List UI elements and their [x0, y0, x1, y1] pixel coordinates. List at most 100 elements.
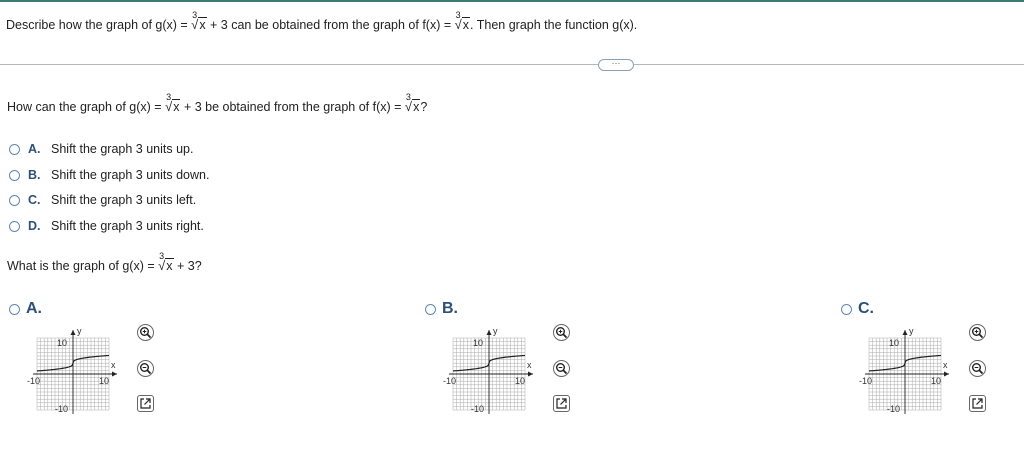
- y-axis-label: y: [493, 326, 498, 336]
- radical-index: 3: [192, 10, 198, 20]
- prompt-text-3: . Then graph the function g(x).: [470, 18, 638, 32]
- x-axis-arrow: [528, 371, 533, 377]
- radio-button[interactable]: [9, 303, 20, 315]
- radio-button[interactable]: [9, 220, 20, 232]
- x-max-tick: 10: [515, 376, 525, 386]
- y-max-tick: 10: [473, 338, 483, 348]
- radio-button[interactable]: [9, 169, 20, 181]
- y-max-tick: 10: [57, 338, 67, 348]
- more-options-button[interactable]: ⋯: [598, 59, 634, 71]
- radio-button[interactable]: [9, 143, 20, 155]
- y-axis-arrow: [486, 330, 492, 335]
- choice-text: Shift the graph 3 units right.: [51, 219, 204, 233]
- x-min-tick: -10: [27, 376, 40, 386]
- radicand: x: [172, 99, 181, 114]
- question-text-3: ?: [420, 100, 428, 114]
- zoom-in-button[interactable]: [137, 324, 154, 341]
- option-letter: C.: [858, 300, 874, 317]
- question-graph: What is the graph of g(x) = 3 √x + 3?: [7, 251, 202, 273]
- radicand: x: [198, 17, 207, 32]
- choice-text: Shift the graph 3 units left.: [51, 193, 197, 207]
- popout-button[interactable]: [137, 395, 154, 412]
- question-text-1: How can the graph of g(x) =: [7, 100, 166, 114]
- x-axis-label: x: [111, 360, 116, 370]
- y-min-tick: -10: [887, 404, 900, 414]
- radical-expression: 3 √x: [165, 92, 181, 114]
- radio-button[interactable]: [425, 303, 436, 315]
- choice-letter: A.: [28, 142, 41, 156]
- y-min-tick: -10: [55, 404, 68, 414]
- choice-text: Shift the graph 3 units down.: [51, 168, 210, 182]
- radical-expression: 3 √x: [191, 10, 207, 32]
- choice-letter: D.: [28, 219, 41, 233]
- choice-text: Shift the graph 3 units up.: [51, 142, 194, 156]
- y-min-tick: -10: [471, 404, 484, 414]
- radical-expression: 3 √x: [404, 92, 421, 114]
- graph-a-plot: yx10-10-10 10: [27, 326, 117, 414]
- zoom-out-button[interactable]: [969, 360, 986, 377]
- radicand: x: [165, 258, 174, 273]
- choice-d[interactable]: D. Shift the graph 3 units right.: [9, 217, 204, 235]
- radical-index: 3: [405, 92, 411, 102]
- y-axis-label: y: [909, 326, 914, 336]
- y-axis-arrow: [902, 330, 908, 335]
- section-divider: [0, 64, 1024, 65]
- graph-option-b[interactable]: B.: [425, 300, 458, 318]
- zoom-in-button[interactable]: [969, 324, 986, 341]
- graph-a: y x 10 -10 -10 10: [27, 322, 127, 427]
- radical-index: 3: [455, 10, 461, 20]
- radical-expression: 3 √x: [158, 251, 174, 273]
- option-letter: A.: [26, 300, 42, 317]
- popout-icon: [140, 398, 151, 409]
- prompt-text-2: + 3 can be obtained from the graph of f(…: [206, 18, 455, 32]
- top-border: [0, 0, 1024, 2]
- zoom-out-icon: [972, 363, 984, 375]
- choice-c[interactable]: C. Shift the graph 3 units left.: [9, 191, 196, 209]
- x-axis-label: x: [943, 360, 948, 370]
- radicand: x: [412, 99, 421, 114]
- problem-prompt: Describe how the graph of g(x) = 3 √x + 3…: [6, 10, 638, 32]
- radical-index: 3: [159, 251, 165, 261]
- zoom-in-icon: [140, 327, 152, 339]
- zoom-out-icon: [140, 363, 152, 375]
- prompt-text-1: Describe how the graph of g(x) =: [6, 18, 192, 32]
- zoom-in-icon: [556, 327, 568, 339]
- graph-option-a[interactable]: A.: [9, 300, 42, 318]
- popout-icon: [972, 398, 983, 409]
- popout-button[interactable]: [969, 395, 986, 412]
- x-axis-label: x: [527, 360, 532, 370]
- x-axis-arrow: [944, 371, 949, 377]
- x-min-tick: -10: [859, 376, 872, 386]
- y-max-tick: 10: [889, 338, 899, 348]
- x-axis-arrow: [112, 371, 117, 377]
- choice-a[interactable]: A. Shift the graph 3 units up.: [9, 140, 193, 158]
- zoom-out-button[interactable]: [137, 360, 154, 377]
- radio-button[interactable]: [9, 194, 20, 206]
- zoom-out-button[interactable]: [553, 360, 570, 377]
- graph-b: y x 10 -10 -10 10: [443, 322, 543, 427]
- question-text-1: What is the graph of g(x) =: [7, 259, 159, 273]
- x-min-tick: -10: [443, 376, 456, 386]
- graph-option-c[interactable]: C.: [841, 300, 874, 318]
- question-text-2: + 3?: [173, 259, 202, 273]
- popout-icon: [556, 398, 567, 409]
- question-shift: How can the graph of g(x) = 3 √x + 3 be o…: [7, 92, 428, 114]
- radicand: x: [461, 17, 471, 32]
- x-max-tick: 10: [99, 376, 109, 386]
- x-max-tick: 10: [931, 376, 941, 386]
- question-text-2: + 3 be obtained from the graph of f(x) =: [180, 100, 405, 114]
- choice-letter: C.: [28, 193, 41, 207]
- option-letter: B.: [442, 300, 458, 317]
- popout-button[interactable]: [553, 395, 570, 412]
- y-axis-label: y: [77, 326, 82, 336]
- radical-index: 3: [166, 92, 172, 102]
- zoom-in-icon: [972, 327, 984, 339]
- radical-expression: 3 √x: [454, 10, 471, 32]
- radio-button[interactable]: [841, 303, 852, 315]
- zoom-out-icon: [556, 363, 568, 375]
- y-axis-arrow: [70, 330, 76, 335]
- zoom-in-button[interactable]: [553, 324, 570, 341]
- choice-b[interactable]: B. Shift the graph 3 units down.: [9, 166, 209, 184]
- graph-c-plot: yx10-10-10 10: [859, 326, 949, 414]
- graph-b-plot: yx10-10-10 10: [443, 326, 533, 414]
